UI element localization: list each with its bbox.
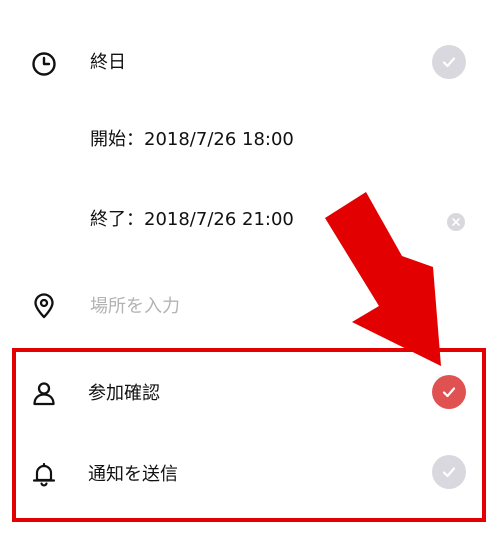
bell-icon <box>30 460 58 488</box>
checkmark-icon <box>442 57 456 68</box>
map-pin-icon <box>30 292 58 320</box>
allday-toggle[interactable] <box>432 45 466 79</box>
attendance-toggle[interactable] <box>432 375 466 409</box>
checkmark-icon <box>442 387 456 398</box>
attendance-label: 参加確認 <box>88 383 160 404</box>
location-input[interactable]: 場所を入力 <box>90 295 180 319</box>
clear-end-button[interactable] <box>447 213 465 231</box>
allday-label: 終日 <box>90 52 126 73</box>
clear-x-icon <box>452 218 460 226</box>
end-datetime[interactable]: 終了：2018/7/26 21:00 <box>90 208 294 232</box>
clock-icon <box>30 50 58 78</box>
person-icon <box>30 379 58 407</box>
highlight-frame <box>12 348 486 522</box>
checkmark-icon <box>442 467 456 478</box>
notify-toggle[interactable] <box>432 455 466 489</box>
notify-label: 通知を送信 <box>88 464 178 485</box>
start-datetime[interactable]: 開始：2018/7/26 18:00 <box>90 128 294 152</box>
